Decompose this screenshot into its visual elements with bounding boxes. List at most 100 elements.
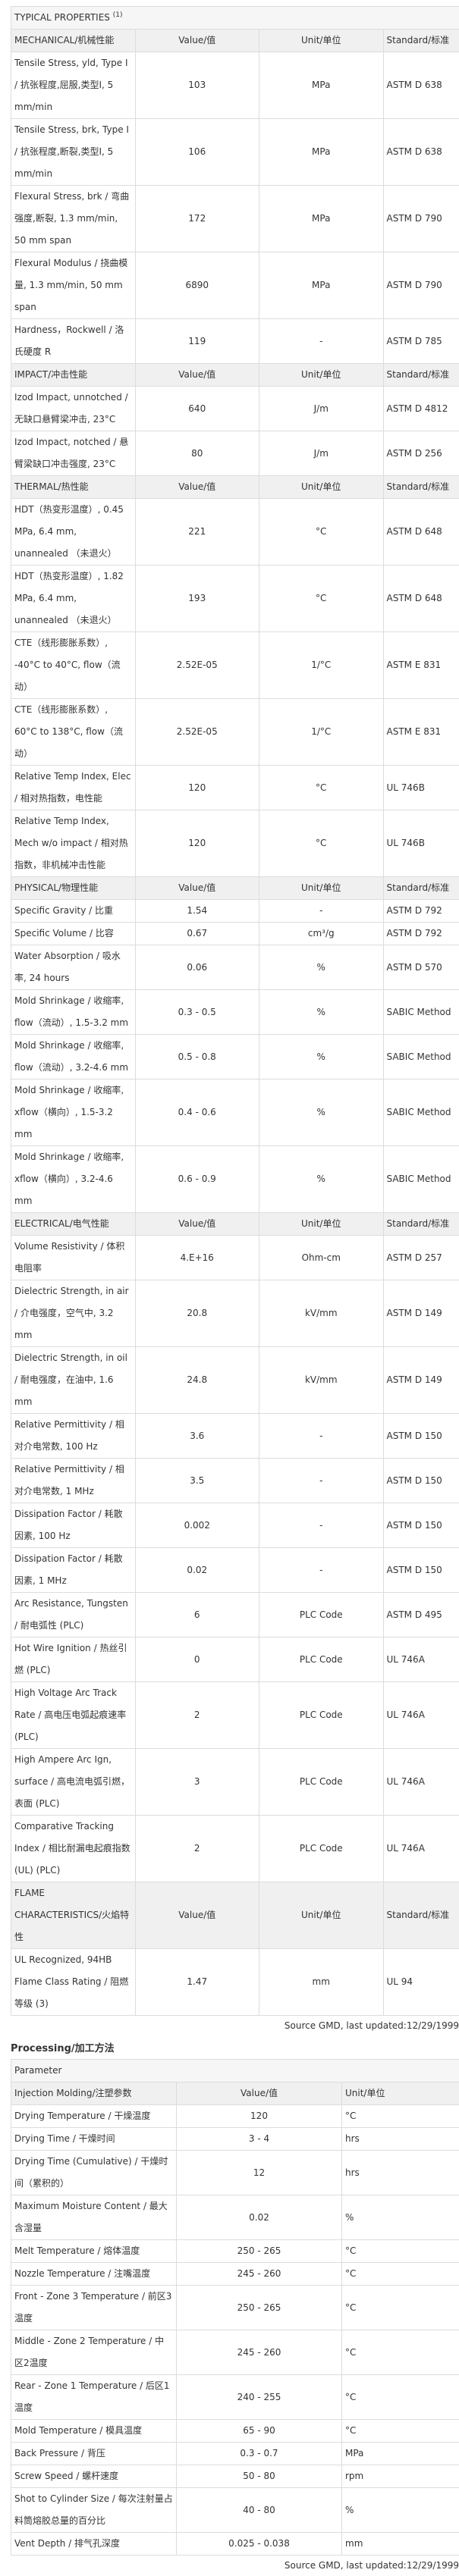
property-name: Relative Temp Index, Mech w/o impact / 相…: [11, 810, 136, 877]
property-standard: ASTM D 790: [383, 186, 459, 252]
section-header-row: ELECTRICAL/电气性能Value/值Unit/单位Standard/标准: [11, 1213, 459, 1236]
column-header: Value/值: [177, 2082, 342, 2105]
parameter-name: Rear - Zone 1 Temperature / 后区1温度: [11, 2375, 177, 2420]
column-header: Unit/单位: [259, 476, 384, 499]
table-row: Flexural Stress, brk / 弯曲强度,断裂, 1.3 mm/m…: [11, 186, 459, 252]
table-row: Maximum Moisture Content / 最大含湿量0.02%: [11, 2195, 459, 2240]
table-row: Vent Depth / 排气孔深度0.025 - 0.038mm: [11, 2533, 459, 2556]
property-standard: ASTM D 785: [383, 319, 459, 364]
property-unit: Ohm-cm: [259, 1236, 384, 1280]
property-value: 80: [135, 431, 259, 476]
section-header-row: Injection Molding/注塑参数Value/值Unit/单位: [11, 2082, 459, 2105]
parameter-unit: rpm: [342, 2465, 459, 2488]
property-value: 1.54: [135, 900, 259, 923]
table-row: Dielectric Strength, in air / 介电强度，空气中, …: [11, 1280, 459, 1347]
property-standard: ASTM D 150: [383, 1503, 459, 1548]
property-value: 2: [135, 1682, 259, 1749]
property-standard: ASTM D 256: [383, 431, 459, 476]
parameter-value: 250 - 265: [177, 2240, 342, 2263]
property-unit: °C: [259, 499, 384, 566]
property-unit: 1/°C: [259, 699, 384, 766]
parameter-name: Maximum Moisture Content / 最大含湿量: [11, 2195, 177, 2240]
table-row: High Voltage Arc Track Rate / 高电压电弧起痕速率 …: [11, 1682, 459, 1749]
section-header-row: PHYSICAL/物理性能Value/值Unit/单位Standard/标准: [11, 877, 459, 900]
property-name: Relative Temp Index, Elec / 相对热指数，电性能: [11, 766, 136, 810]
processing-title: Processing/加工方法: [11, 2039, 459, 2059]
property-unit: kV/mm: [259, 1347, 384, 1414]
table-row: Tensile Stress, yld, Type I / 抗张程度,屈服,类型…: [11, 52, 459, 119]
property-value: 1.47: [135, 1949, 259, 2016]
table-row: Dissipation Factor / 耗散因素, 1 MHz0.02-AST…: [11, 1548, 459, 1593]
property-standard: ASTM D 149: [383, 1280, 459, 1347]
property-standard: ASTM D 638: [383, 52, 459, 119]
property-name: UL Recognized, 94HB Flame Class Rating /…: [11, 1949, 136, 2016]
column-header: Standard/标准: [383, 1882, 459, 1949]
property-name: Hot Wire Ignition / 热丝引燃 (PLC): [11, 1637, 136, 1682]
table-row: Specific Volume / 比容0.67cm³/gASTM D 792: [11, 923, 459, 945]
column-header: Standard/标准: [383, 30, 459, 52]
property-value: 120: [135, 810, 259, 877]
parameter-unit: °C: [342, 2420, 459, 2443]
parameter-name: Shot to Cylinder Size / 每次注射量占料筒熔胶总量的百分比: [11, 2488, 177, 2533]
table-row: Specific Gravity / 比重1.54-ASTM D 792: [11, 900, 459, 923]
property-value: 4.E+16: [135, 1236, 259, 1280]
property-name: CTE（线形膨胀系数）, 60°C to 138°C, flow（流动）: [11, 699, 136, 766]
property-standard: SABIC Method: [383, 1146, 459, 1213]
property-unit: -: [259, 1459, 384, 1503]
property-unit: cm³/g: [259, 923, 384, 945]
parameter-value: 0.3 - 0.7: [177, 2443, 342, 2465]
table-row: Drying Time (Cumulative) / 干燥时间（累积的）12hr…: [11, 2151, 459, 2195]
parameter-value: 245 - 260: [177, 2330, 342, 2375]
property-name: Dielectric Strength, in air / 介电强度，空气中, …: [11, 1280, 136, 1347]
parameter-unit: %: [342, 2195, 459, 2240]
table-row: Flexural Modulus / 挠曲模量, 1.3 mm/min, 50 …: [11, 252, 459, 319]
property-standard: ASTM D 257: [383, 1236, 459, 1280]
parameter-name: Drying Time (Cumulative) / 干燥时间（累积的）: [11, 2151, 177, 2195]
column-header: Value/值: [135, 877, 259, 900]
property-name: Volume Resistivity / 体积电阻率: [11, 1236, 136, 1280]
property-name: Tensile Stress, brk, Type I / 抗张程度,断裂,类型…: [11, 119, 136, 186]
parameter-unit: %: [342, 2488, 459, 2533]
property-name: Arc Resistance, Tungsten / 耐电弧性 (PLC): [11, 1593, 136, 1637]
property-name: Dissipation Factor / 耗散因素, 1 MHz: [11, 1548, 136, 1593]
parameter-name: Drying Temperature / 干燥温度: [11, 2105, 177, 2128]
property-standard: ASTM D 150: [383, 1548, 459, 1593]
property-value: 2: [135, 1816, 259, 1882]
section-name: FLAME CHARACTERISTICS/火焰特性: [11, 1882, 136, 1949]
table-row: Relative Temp Index, Mech w/o impact / 相…: [11, 810, 459, 877]
property-name: Dielectric Strength, in oil / 耐电强度，在油中, …: [11, 1347, 136, 1414]
table-row: Middle - Zone 2 Temperature / 中区2温度245 -…: [11, 2330, 459, 2375]
property-name: Flexural Stress, brk / 弯曲强度,断裂, 1.3 mm/m…: [11, 186, 136, 252]
column-header: Value/值: [135, 30, 259, 52]
parameter-unit: hrs: [342, 2151, 459, 2195]
property-value: 106: [135, 119, 259, 186]
property-value: 640: [135, 387, 259, 431]
property-unit: °C: [259, 810, 384, 877]
typical-title-footnote: (1): [113, 11, 123, 19]
property-standard: UL 746A: [383, 1816, 459, 1882]
property-name: HDT（热变形温度）, 0.45 MPa, 6.4 mm, unannealed…: [11, 499, 136, 566]
property-standard: ASTM E 831: [383, 632, 459, 699]
property-name: Mold Shrinkage / 收缩率, xflow（横向）, 1.5-3.2…: [11, 1080, 136, 1146]
property-value: 0.6 - 0.9: [135, 1146, 259, 1213]
property-unit: PLC Code: [259, 1682, 384, 1749]
property-value: 2.52E-05: [135, 632, 259, 699]
parameter-name: Middle - Zone 2 Temperature / 中区2温度: [11, 2330, 177, 2375]
property-standard: ASTM D 638: [383, 119, 459, 186]
parameter-unit: °C: [342, 2240, 459, 2263]
column-header: Unit/单位: [259, 1213, 384, 1236]
property-value: 2.52E-05: [135, 699, 259, 766]
table-row: Volume Resistivity / 体积电阻率4.E+16Ohm-cmAS…: [11, 1236, 459, 1280]
table-row: High Ampere Arc Ign, surface / 高电流电弧引燃，表…: [11, 1749, 459, 1816]
column-header: Standard/标准: [383, 877, 459, 900]
property-standard: SABIC Method: [383, 990, 459, 1035]
property-value: 3.5: [135, 1459, 259, 1503]
section-name: Injection Molding/注塑参数: [11, 2082, 177, 2105]
table-row: Mold Temperature / 模具温度65 - 90°C: [11, 2420, 459, 2443]
table-row: HDT（热变形温度）, 0.45 MPa, 6.4 mm, unannealed…: [11, 499, 459, 566]
property-unit: -: [259, 1548, 384, 1593]
column-header: Unit/单位: [259, 877, 384, 900]
property-value: 0.67: [135, 923, 259, 945]
parameter-value: 40 - 80: [177, 2488, 342, 2533]
parameter-name: Vent Depth / 排气孔深度: [11, 2533, 177, 2556]
